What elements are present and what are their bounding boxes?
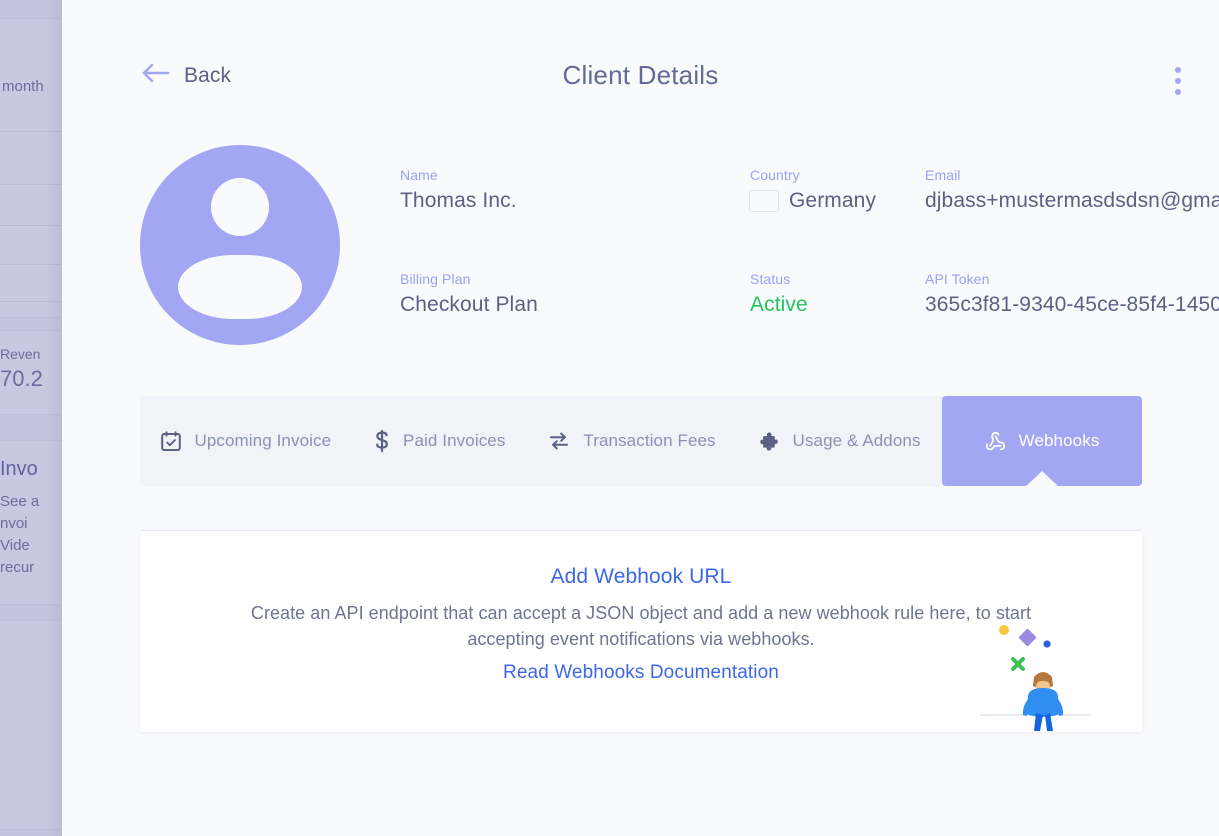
- panel-header: Back Client Details: [62, 0, 1219, 160]
- calendar-check-icon: [161, 431, 182, 451]
- background-text-fragment: 70.2: [0, 366, 43, 391]
- field-label: Country: [750, 167, 800, 183]
- tab-label: Upcoming Invoice: [194, 431, 332, 450]
- country-name: Germany: [789, 189, 877, 212]
- add-webhook-url-link[interactable]: Add Webhook URL: [551, 565, 732, 589]
- read-webhooks-documentation-link[interactable]: Read Webhooks Documentation: [503, 662, 779, 684]
- field-value: Thomas Inc.: [400, 189, 517, 212]
- dollar-sign-icon: [374, 430, 390, 452]
- tab-paid-invoices[interactable]: Paid Invoices: [353, 396, 527, 486]
- field-label: API Token: [925, 271, 990, 287]
- field-label: Billing Plan: [400, 271, 471, 287]
- field-country: Country Germany: [750, 167, 925, 271]
- background-text-fragment: Reven: [0, 346, 41, 362]
- background-text-fragment: recur: [0, 559, 35, 576]
- tab-label: Transaction Fees: [583, 431, 716, 450]
- background-text-fragment: Invo: [0, 458, 38, 480]
- tab-label: Webhooks: [1018, 431, 1100, 450]
- tab-label: Usage & Addons: [792, 431, 921, 450]
- field-name: Name Thomas Inc.: [400, 167, 750, 271]
- webhooks-empty-state: Add Webhook URL Create an API endpoint t…: [140, 565, 1142, 684]
- field-email: Email djbass+mustermasdsdsn@gmail.com: [925, 167, 1219, 271]
- background-text-fragment: See a: [0, 493, 40, 510]
- field-billing-plan: Billing Plan Checkout Plan: [400, 271, 750, 317]
- tab-transaction-fees[interactable]: Transaction Fees: [527, 396, 737, 486]
- swap-arrows-icon: [548, 431, 570, 451]
- page-title: Client Details: [562, 60, 719, 90]
- field-value: 365c3f81-9340-45ce-85f4-1450e0ea31d5: [925, 293, 1219, 316]
- webhooks-card: Add Webhook URL Create an API endpoint t…: [140, 530, 1142, 732]
- tab-bar: Upcoming Invoice Paid Invoices Transacti…: [140, 396, 1143, 487]
- avatar: [140, 145, 340, 345]
- de-flag-icon: [750, 191, 778, 211]
- user-avatar-icon: [140, 145, 340, 345]
- client-summary: Name Thomas Inc. Country Germany Email d…: [140, 145, 1219, 360]
- background-text-fragment: month: [2, 78, 44, 95]
- client-details-panel: Back Client Details Name Thomas Inc. Cou…: [62, 0, 1219, 836]
- field-status: Status Active: [750, 271, 925, 317]
- field-value-row: Germany: [750, 189, 925, 213]
- webhooks-description: Create an API endpoint that can accept a…: [250, 603, 1032, 649]
- webhook-icon: [985, 431, 1006, 452]
- field-value: Checkout Plan: [400, 293, 538, 316]
- more-vertical-icon[interactable]: [1163, 58, 1193, 104]
- tab-label: Paid Invoices: [403, 431, 506, 450]
- field-label: Email: [925, 167, 961, 183]
- status-badge: Active: [750, 293, 808, 316]
- tab-webhooks[interactable]: Webhooks: [942, 396, 1143, 487]
- field-value: djbass+mustermasdsdsn@gmail.com: [925, 189, 1219, 212]
- tab-upcoming-invoice[interactable]: Upcoming Invoice: [140, 396, 353, 486]
- puzzle-piece-icon: [759, 431, 780, 452]
- active-tab-notch: [1025, 471, 1060, 487]
- background-text-fragment: Vide: [0, 537, 30, 554]
- client-fields: Name Thomas Inc. Country Germany Email d…: [400, 167, 1219, 317]
- field-label: Name: [400, 167, 438, 183]
- field-api-token: API Token 365c3f81-9340-45ce-85f4-1450e0…: [925, 271, 1219, 317]
- tab-usage-addons[interactable]: Usage & Addons: [737, 396, 942, 486]
- field-label: Status: [750, 271, 791, 287]
- background-text-fragment: nvoi: [0, 515, 28, 532]
